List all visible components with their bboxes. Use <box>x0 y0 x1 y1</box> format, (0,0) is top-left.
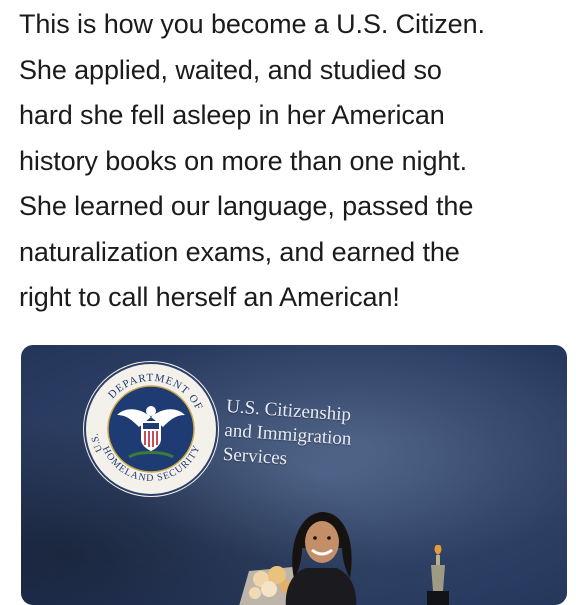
caption-line-6: naturalization exams, and earned the <box>19 236 460 267</box>
post-caption: This is how you become a U.S. Citizen. S… <box>19 2 564 321</box>
caption-line-1: This is how you become a U.S. Citizen. <box>19 9 485 39</box>
liberty-statuette <box>427 545 449 605</box>
caption-line-3: hard she fell asleep in her American <box>19 100 445 130</box>
dhs-seal: DEPARTMENT OF HOMELAND SECURITY U.S. <box>83 361 219 497</box>
post-photo[interactable]: DEPARTMENT OF HOMELAND SECURITY U.S. U.S… <box>21 345 567 605</box>
uscis-sign: U.S. Citizenship and Immigration Service… <box>222 395 354 476</box>
social-post: This is how you become a U.S. Citizen. S… <box>0 0 579 605</box>
caption-line-5: She learned our language, passed the <box>19 191 474 221</box>
caption-line-7: right to call herself an American! <box>19 282 400 312</box>
new-citizen-photo <box>285 512 357 605</box>
caption-line-2: She applied, waited, and studied so <box>19 54 442 85</box>
caption-line-4: history books on more than one night. <box>19 145 468 176</box>
